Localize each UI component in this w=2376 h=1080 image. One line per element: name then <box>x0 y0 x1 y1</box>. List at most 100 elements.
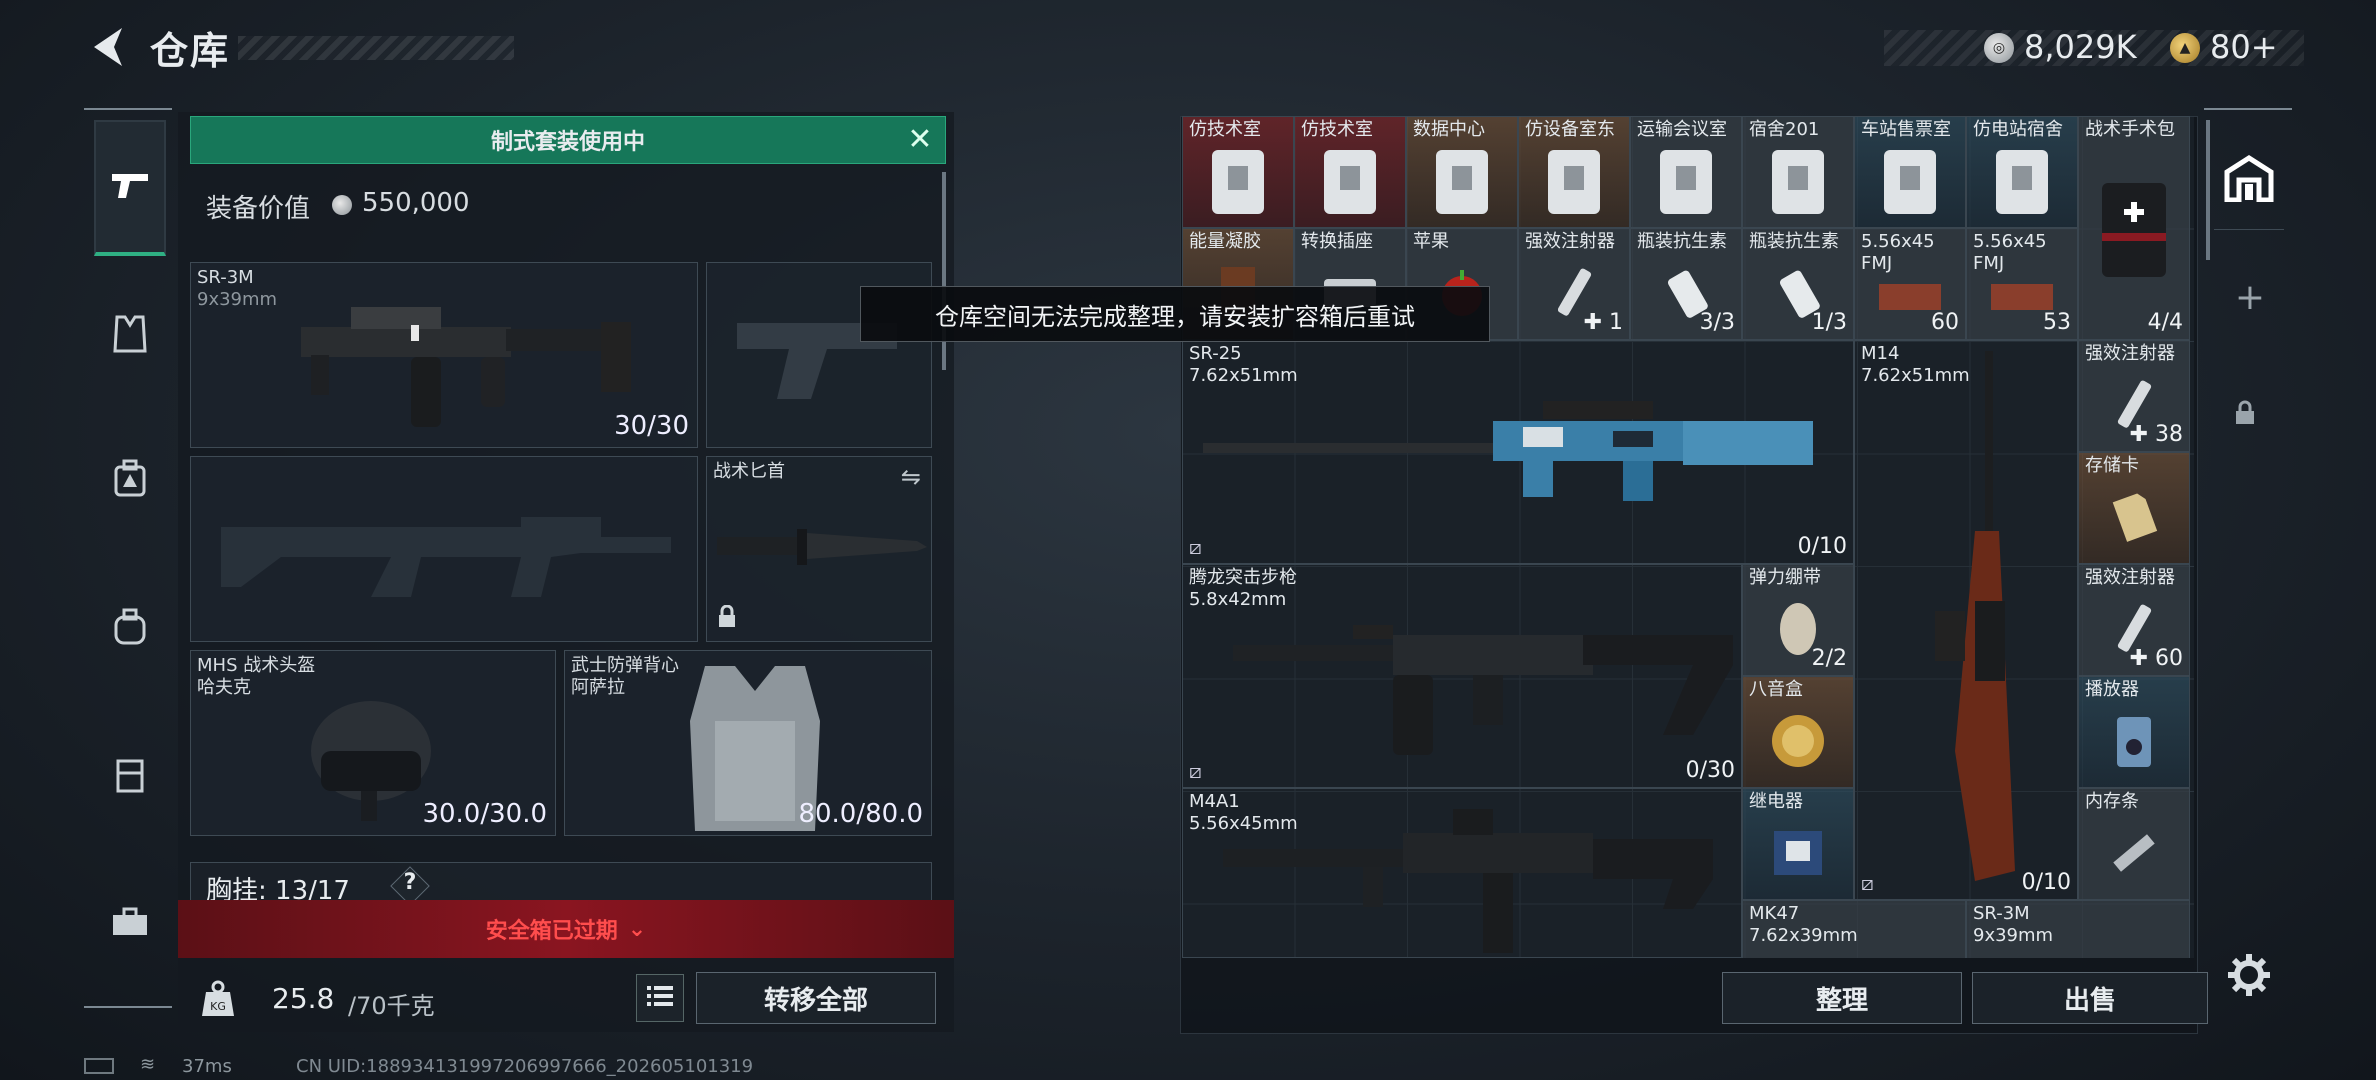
item-injector[interactable]: 强效注射器 ✚ 60 <box>2078 564 2190 676</box>
item-name: 苹果 <box>1413 231 1449 252</box>
lock-icon[interactable] <box>2234 400 2264 430</box>
item-name: 存储卡 <box>2085 455 2139 476</box>
gold-amount[interactable]: 80+ <box>2210 28 2278 66</box>
item-keycard[interactable]: 仿技术室 <box>1182 116 1294 228</box>
case-icon <box>115 755 145 797</box>
item-count: 1/3 <box>1811 310 1847 335</box>
item-name: 仿设备室东 <box>1525 119 1615 140</box>
m4a1-image <box>1223 809 1713 953</box>
item-keycard[interactable]: 仿电站宿舍 <box>1966 116 2078 228</box>
toast-message: 仓库空间无法完成整理，请安装扩容箱后重试 <box>860 286 1490 342</box>
nav-case[interactable] <box>94 740 166 812</box>
sell-button[interactable]: 出售 <box>1972 972 2208 1024</box>
item-name: MK47 7.62x39mm <box>1749 903 1858 946</box>
safe-box-label: 安全箱已过期 <box>485 919 618 944</box>
item-count: 0/10 <box>2021 870 2071 895</box>
item-ram-stick[interactable]: 内存条 <box>2078 788 2190 900</box>
primary-weapon-slot[interactable]: SR-3M 9x39mm 30/30 <box>190 262 698 448</box>
nav-weapons[interactable] <box>94 120 166 256</box>
item-name: 转换插座 <box>1301 231 1373 252</box>
item-name: 5.56x45 FMJ <box>1973 231 2047 274</box>
item-count: 53 <box>2043 310 2071 335</box>
wifi-icon: ≋ <box>140 1054 156 1075</box>
item-keycard[interactable]: 车站售票室 <box>1854 116 1966 228</box>
item-name: 战术手术包 <box>2085 119 2175 140</box>
item-mk47[interactable]: MK47 7.62x39mm <box>1742 900 1966 958</box>
item-injector[interactable]: 强效注射器 ✚ 38 <box>2078 340 2190 452</box>
user-uid: CN UID:188934131997206997666_20260510131… <box>296 1056 754 1077</box>
item-count: 4/4 <box>2147 310 2183 335</box>
item-name: 仿电站宿舍 <box>1973 119 2063 140</box>
svg-text:KG: KG <box>210 1000 226 1013</box>
ram-icon <box>2113 834 2155 872</box>
item-m4a1[interactable]: M4A1 5.56x45mm <box>1182 788 1742 958</box>
tenglong-image <box>1233 625 1733 755</box>
keycard-icon <box>1212 149 1264 214</box>
nav-toolbox[interactable] <box>94 888 166 960</box>
item-name: 播放器 <box>2085 679 2139 700</box>
item-name: 车站售票室 <box>1861 119 1951 140</box>
item-relay[interactable]: 继电器 <box>1742 788 1854 900</box>
warehouse-scrollbar[interactable] <box>2206 120 2210 260</box>
bag-icon <box>113 607 147 649</box>
sr3m-image <box>301 307 631 427</box>
item-name: 宿舍201 <box>1749 119 1820 140</box>
warehouse-grid[interactable]: 仿技术室 仿技术室 数据中心 仿设备室东 运输会议室 宿舍201 车站售票室 仿… <box>1182 116 2194 958</box>
item-keycard[interactable]: 宿舍201 <box>1742 116 1854 228</box>
item-memory-card[interactable]: 存储卡 <box>2078 452 2190 564</box>
sort-button[interactable]: 整理 <box>1722 972 1962 1024</box>
plus-icon[interactable]: + <box>2230 278 2270 318</box>
item-count: 60 <box>1931 310 1959 335</box>
no-attach-icon: ⧄ <box>1189 535 1202 559</box>
helmet-slot[interactable]: MHS 战术头盔 哈夫克 30.0/30.0 <box>190 650 556 836</box>
no-attach-icon: ⧄ <box>1189 759 1202 783</box>
item-name: 弹力绷带 <box>1749 567 1821 588</box>
item-injector[interactable]: 强效注射器 ✚ 1 <box>1518 228 1630 340</box>
keycard-icon <box>1996 149 2048 214</box>
weight-max: /70千克 <box>348 992 435 1020</box>
back-arrow-icon[interactable] <box>84 22 134 72</box>
list-icon <box>647 985 673 1011</box>
weight-icon: KG <box>198 978 238 1018</box>
item-keycard[interactable]: 仿设备室东 <box>1518 116 1630 228</box>
item-keycard[interactable]: 数据中心 <box>1406 116 1518 228</box>
item-name: 强效注射器 <box>2085 343 2175 364</box>
nav-backpack[interactable] <box>94 444 166 516</box>
keycard-icon <box>1772 149 1824 214</box>
surgery-kit-icon <box>2102 183 2166 277</box>
pistol-icon <box>110 170 150 204</box>
ammo-count: 30/30 <box>614 411 689 441</box>
safe-box-expired-banner[interactable]: 安全箱已过期 ⌄ <box>178 900 954 958</box>
knife-slot[interactable]: 战术匕首 ⇋ <box>706 456 932 642</box>
item-ammo[interactable]: 5.56x45 FMJ 60 <box>1854 228 1966 340</box>
item-antibiotics[interactable]: 瓶装抗生素 1/3 <box>1742 228 1854 340</box>
m14-image <box>1935 351 2015 881</box>
page-title: 仓库 <box>150 29 231 73</box>
item-name: 能量凝胶 <box>1189 231 1261 252</box>
item-music-box[interactable]: 八音盒 <box>1742 676 1854 788</box>
nav-vest[interactable] <box>94 300 166 372</box>
item-surgery-kit[interactable]: 战术手术包 4/4 <box>2078 116 2190 340</box>
item-tenglong-rifle[interactable]: 腾龙突击步枪 5.8x42mm ⧄ 0/30 <box>1182 564 1742 788</box>
item-name: 数据中心 <box>1413 119 1485 140</box>
settings-icon[interactable] <box>2226 952 2276 1002</box>
warehouse-tab[interactable] <box>2214 130 2284 230</box>
item-keycard[interactable]: 仿技术室 <box>1294 116 1406 228</box>
close-icon[interactable]: ✕ <box>904 124 936 156</box>
ping-value: 37ms <box>182 1056 232 1077</box>
item-keycard[interactable]: 运输会议室 <box>1630 116 1742 228</box>
item-sr25[interactable]: SR-25 7.62x51mm ⧄ 0/10 <box>1182 340 1854 564</box>
item-antibiotics[interactable]: 瓶装抗生素 3/3 <box>1630 228 1742 340</box>
secondary-weapon-slot[interactable] <box>190 456 698 642</box>
transfer-all-button[interactable]: 转移全部 <box>696 972 936 1024</box>
item-player[interactable]: 播放器 <box>2078 676 2190 788</box>
item-name: 内存条 <box>2085 791 2139 812</box>
item-m14[interactable]: M14 7.62x51mm ⧄ 0/10 <box>1854 340 2078 900</box>
swap-icon[interactable]: ⇋ <box>901 463 921 491</box>
list-button[interactable] <box>636 974 684 1022</box>
item-ammo[interactable]: 5.56x45 FMJ 53 <box>1966 228 2078 340</box>
item-bandage[interactable]: 弹力绷带 2/2 <box>1742 564 1854 676</box>
item-sr3m[interactable]: SR-3M 9x39mm <box>1966 900 2190 958</box>
armor-slot[interactable]: 武士防弹背心 阿萨拉 80.0/80.0 <box>564 650 932 836</box>
nav-bag[interactable] <box>94 592 166 664</box>
